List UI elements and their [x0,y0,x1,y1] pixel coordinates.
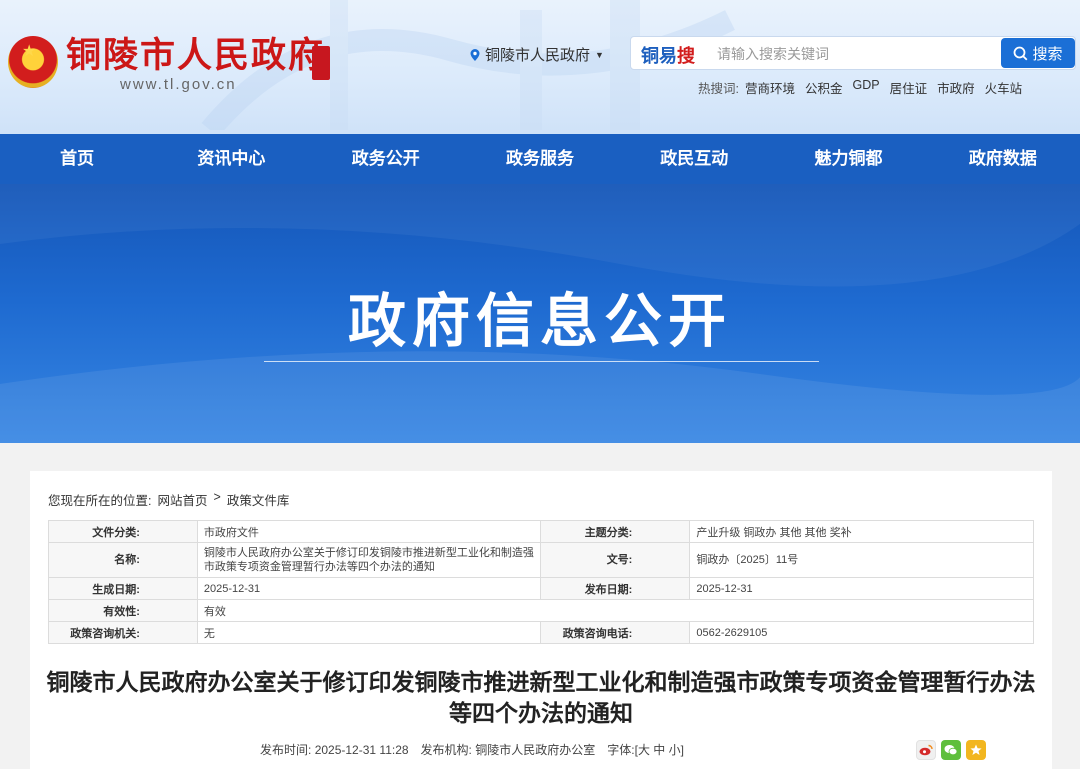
publish-org: 发布机构: 铜陵市人民政府办公室 [420,743,596,757]
meta-key: 文件分类: [48,520,198,543]
seal-logo [312,46,330,80]
breadcrumb-prefix: 您现在所在的位置: [48,494,152,508]
hot-word[interactable]: 居住证 [890,78,928,97]
search-brand-logo: 铜易搜 [641,46,695,66]
hot-word[interactable]: 市政府 [937,78,975,97]
nav-item-gov-service[interactable]: 政务服务 [463,134,617,184]
meta-key: 生成日期: [48,577,198,600]
font-medium-button[interactable]: 中 [653,743,665,757]
nav-item-news[interactable]: 资讯中心 [154,134,308,184]
banner: 政府信息公开 [0,184,1080,443]
breadcrumb-separator: > [213,490,221,504]
share-bar [916,740,986,760]
meta-value: 产业升级 铜政办 其他 其他 奖补 [689,520,1034,543]
meta-value: 市政府文件 [196,520,542,543]
emblem-star-icon: ★ [22,43,37,60]
table-row: 有效性: 有效 [48,599,1035,622]
publish-time: 发布时间: 2025-12-31 11:28 [260,743,409,757]
font-small-button[interactable]: 小 [669,743,681,757]
search-button-label: 搜索 [1032,45,1063,63]
table-row: 生成日期: 2025-12-31 发布日期: 2025-12-31 [48,577,1034,600]
search-input[interactable] [717,43,977,65]
meta-key: 发布日期: [540,577,691,600]
meta-value: 2025-12-31 [689,577,1034,600]
breadcrumb: 您现在所在的位置: 网站首页 > 政策文件库 [48,490,289,509]
content-panel: 您现在所在的位置: 网站首页 > 政策文件库 文件分类: 市政府文件 主题分类:… [30,471,1052,769]
breadcrumb-home[interactable]: 网站首页 [157,490,207,509]
caret-down-icon: ▼ [595,49,604,60]
meta-key: 政策咨询机关: [48,621,198,644]
site-url: www.tl.gov.cn [120,76,237,93]
font-size-control: 字体:[大 中 小] [607,743,685,757]
font-large-button[interactable]: 大 [638,743,650,757]
hot-word[interactable]: 营商环境 [745,78,795,97]
meta-key: 文号: [540,542,691,578]
nav-item-home[interactable]: 首页 [0,134,154,184]
wechat-icon[interactable] [941,740,961,760]
meta-value: 无 [196,621,542,644]
hot-words-label: 热搜词: [698,82,739,96]
table-row: 名称: 铜陵市人民政府办公室关于修订印发铜陵市推进新型工业化和制造强市政策专项资… [48,542,1034,578]
main-nav: 首页 资讯中心 政务公开 政务服务 政民互动 魅力铜都 政府数据 [0,134,1080,184]
banner-divider [264,361,819,362]
nav-item-city[interactable]: 魅力铜都 [771,134,925,184]
meta-key: 主题分类: [540,520,691,543]
meta-key: 政策咨询电话: [540,621,691,644]
site-name[interactable]: 铜陵市人民政府 [66,34,325,78]
document-meta-table: 文件分类: 市政府文件 主题分类: 产业升级 铜政办 其他 其他 奖补 名称: … [48,520,1035,644]
table-row: 文件分类: 市政府文件 主题分类: 产业升级 铜政办 其他 其他 奖补 [48,520,1034,543]
location-pin-icon [470,48,480,61]
breadcrumb-current[interactable]: 政策文件库 [227,490,290,509]
meta-value: 铜政办〔2025〕11号 [689,542,1034,578]
hot-word[interactable]: 火车站 [985,78,1023,97]
search-box: 铜易搜 搜索 [630,36,1076,70]
nav-item-gov-open[interactable]: 政务公开 [309,134,463,184]
weibo-icon[interactable] [916,740,936,760]
site-header: ★ 铜陵市人民政府 www.tl.gov.cn 铜陵市人民政府 ▼ 铜易搜 搜索… [0,0,1080,134]
meta-key: 有效性: [48,599,198,622]
meta-value: 有效 [196,599,1035,622]
article-meta: 发布时间: 2025-12-31 11:28 发布机构: 铜陵市人民政府办公室 … [260,741,684,758]
banner-title: 政府信息公开 [347,289,732,354]
meta-key: 名称: [48,542,198,578]
hot-word[interactable]: 公积金 [805,78,843,97]
table-row: 政策咨询机关: 无 政策咨询电话: 0562-2629105 [48,621,1034,644]
hot-word[interactable]: GDP [853,78,880,97]
meta-value: 0562-2629105 [689,621,1034,644]
city-selector[interactable]: 铜陵市人民政府 ▼ [470,44,604,65]
meta-value: 2025-12-31 [196,577,542,600]
search-icon [1014,46,1028,60]
search-button[interactable]: 搜索 [1001,38,1075,68]
article-title: 铜陵市人民政府办公室关于修订印发铜陵市推进新型工业化和制造强市政策专项资金管理暂… [46,669,1036,726]
qzone-icon[interactable] [966,740,986,760]
nav-item-interaction[interactable]: 政民互动 [617,134,771,184]
nav-item-data[interactable]: 政府数据 [926,134,1080,184]
meta-value: 铜陵市人民政府办公室关于修订印发铜陵市推进新型工业化和制造强市政策专项资金管理暂… [196,542,542,578]
city-selector-label: 铜陵市人民政府 [485,47,591,64]
hot-words: 热搜词: 营商环境 公积金 GDP 居住证 市政府 火车站 [698,78,1022,97]
